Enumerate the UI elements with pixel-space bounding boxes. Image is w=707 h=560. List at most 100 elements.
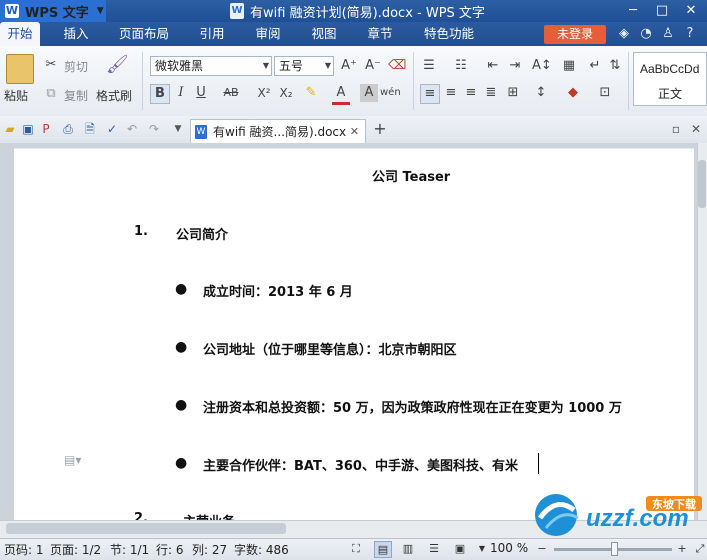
fit-page-icon[interactable]: ⤢ [692, 541, 707, 556]
line-spacing-icon[interactable]: ↕ [532, 84, 550, 102]
font-size-value: 五号 [279, 59, 304, 73]
shrink-font-icon[interactable]: A⁻ [364, 57, 382, 75]
show-marks-icon[interactable]: ↵ [586, 57, 604, 75]
maximize-button[interactable]: □ [648, 0, 676, 22]
chevron-down-icon: ▼ [96, 6, 104, 16]
clear-format-icon[interactable]: ⌫ [388, 57, 406, 75]
highlight-icon[interactable]: ✎ [302, 84, 320, 102]
window-title-text: 有wifi 融资计划(简易).docx - WPS 文字 [250, 5, 485, 21]
status-page-code[interactable]: 页码: 1 [4, 541, 44, 558]
bold-button[interactable]: B [150, 84, 170, 104]
tab-chapter[interactable]: 章节 [360, 22, 400, 46]
new-tab-button[interactable]: + [372, 121, 388, 137]
font-size-combo[interactable]: 五号 ▼ [274, 56, 334, 76]
align-center-icon[interactable]: ≡ [442, 84, 460, 102]
justify-icon[interactable]: ≣ [482, 84, 500, 102]
tab-special-features[interactable]: 特色功能 [416, 22, 482, 46]
style-gallery[interactable]: AaBbCcDd 正文 [633, 52, 707, 106]
zoom-in-icon[interactable]: + [674, 541, 690, 556]
borders-icon[interactable]: ⊡ [596, 84, 614, 102]
align-right-icon[interactable]: ≡ [462, 84, 480, 102]
font-color-icon[interactable]: A [332, 84, 350, 105]
zoom-out-icon[interactable]: − [534, 541, 550, 556]
tab-insert[interactable]: 插入 [54, 22, 98, 46]
close-tab-icon[interactable]: ✕ [350, 125, 359, 138]
scissors-icon[interactable]: ✂ [42, 56, 60, 74]
zoom-slider-thumb[interactable] [610, 542, 618, 556]
zoom-level[interactable]: 100 % [490, 541, 528, 555]
tab-review[interactable]: 审阅 [248, 22, 288, 46]
shirt-icon[interactable]: ♙ [660, 26, 676, 42]
tab-home[interactable]: 开始 [0, 22, 40, 46]
close-document-icon[interactable]: ✕ [688, 121, 704, 137]
paste-icon[interactable] [6, 54, 34, 84]
font-name-combo[interactable]: 微软雅黑 ▼ [150, 56, 272, 76]
align-left-icon[interactable]: ≡ [420, 84, 440, 104]
help-icon[interactable]: ? [682, 26, 698, 42]
outline-view-icon[interactable]: ☰ [426, 541, 442, 556]
minimize-button[interactable]: ─ [619, 0, 647, 22]
status-pages[interactable]: 页面: 1/2 [50, 541, 101, 558]
login-button[interactable]: 未登录 [544, 25, 606, 44]
format-painter-button[interactable]: 格式刷 [96, 87, 132, 104]
increase-indent-icon[interactable]: ⇥ [506, 57, 524, 75]
text-cursor [538, 453, 539, 474]
close-button[interactable]: ✕ [677, 0, 705, 22]
strikethrough-button[interactable]: AB [220, 84, 242, 102]
section-number: 1. [134, 224, 148, 239]
view-options-icon[interactable]: ▼ [474, 541, 490, 556]
horizontal-scroll-thumb[interactable] [6, 523, 286, 534]
sort-icon[interactable]: ⇅ [606, 57, 624, 75]
fullscreen-icon[interactable]: ⛶ [348, 541, 364, 556]
paste-button-label[interactable]: 粘贴 [4, 87, 28, 104]
bullet-icon: ● [175, 455, 188, 471]
character-shading-icon[interactable]: A [360, 84, 378, 102]
copy-icon[interactable]: ⧉ [42, 85, 60, 103]
status-word-count[interactable]: 字数: 486 [234, 541, 289, 558]
phonetic-guide-icon[interactable]: wén [380, 84, 401, 102]
app-menu-button[interactable]: W WPS 文字 ▼ [0, 0, 106, 22]
print-preview-icon[interactable]: 🗎 [82, 121, 98, 137]
restore-panel-icon[interactable]: ▫ [668, 121, 684, 137]
status-section: 节: 1/1 [110, 543, 150, 557]
redo-icon[interactable]: ↷ [146, 121, 162, 137]
status-column: 列: 27 [192, 543, 228, 557]
italic-button[interactable]: I [172, 84, 190, 102]
open-folder-icon[interactable]: ▰ [2, 121, 18, 137]
bullet-partners: 主要合作伙伴：BAT、360、中手游、美图科技、有米 [203, 459, 518, 474]
ribbon-divider [142, 52, 143, 110]
document-tab[interactable]: W 有wifi 融资...简易).docx ✕ [190, 119, 366, 143]
spell-check-icon[interactable]: ✓ [104, 121, 120, 137]
text-direction-icon[interactable]: A↕ [532, 57, 552, 75]
paragraph-menu-icon[interactable]: ▤▾ [64, 453, 90, 467]
tab-view[interactable]: 视图 [304, 22, 344, 46]
watermark-tagline: 东坡下载 [652, 497, 696, 511]
table-icon[interactable]: ▦ [560, 57, 578, 75]
format-painter-icon[interactable]: 🖌 [106, 56, 129, 74]
save-icon[interactable]: ▣ [20, 121, 36, 137]
decrease-indent-icon[interactable]: ⇤ [484, 57, 502, 75]
cut-button[interactable]: 剪切 [64, 58, 88, 75]
underline-button[interactable]: U [192, 84, 210, 102]
undo-icon[interactable]: ↶ [124, 121, 140, 137]
export-pdf-icon[interactable]: P [38, 121, 54, 137]
customize-toolbar-icon[interactable]: ▼ [170, 121, 186, 137]
page-view-icon[interactable]: ▤ [374, 541, 392, 558]
tab-page-layout[interactable]: 页面布局 [112, 22, 176, 46]
print-icon[interactable]: ⎙ [60, 121, 76, 137]
feedback-icon[interactable]: ◔ [638, 26, 654, 42]
shading-icon[interactable]: ◆ [564, 84, 582, 102]
ribbon-divider [413, 52, 414, 110]
grow-font-icon[interactable]: A⁺ [340, 57, 358, 75]
vertical-scroll-thumb[interactable] [698, 160, 706, 208]
bullet-list-icon[interactable]: ☰ [420, 57, 438, 75]
copy-button[interactable]: 复制 [64, 87, 88, 104]
superscript-button[interactable]: X² [254, 84, 274, 102]
subscript-button[interactable]: X₂ [276, 84, 296, 102]
web-view-icon[interactable]: ▣ [452, 541, 468, 556]
read-view-icon[interactable]: ▥ [400, 541, 416, 556]
tab-references[interactable]: 引用 [192, 22, 232, 46]
skin-icon[interactable]: ◈ [616, 26, 632, 42]
distribute-icon[interactable]: ⊞ [504, 84, 522, 102]
numbered-list-icon[interactable]: ☷ [452, 57, 470, 75]
